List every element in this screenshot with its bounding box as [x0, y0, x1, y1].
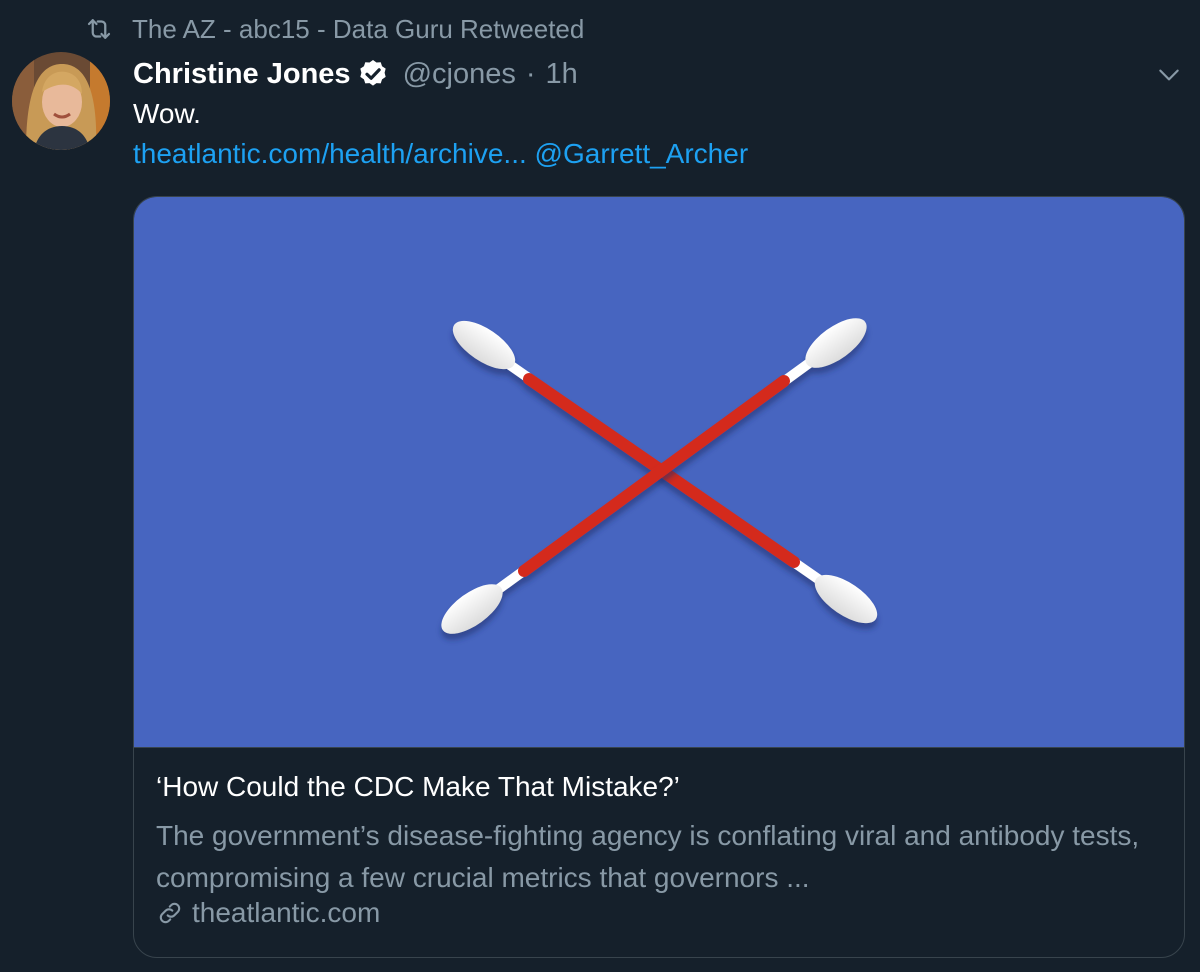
retweet-context[interactable]: The AZ - abc15 - Data Guru Retweeted — [84, 12, 584, 46]
card-divider — [134, 747, 1184, 748]
avatar[interactable] — [12, 52, 110, 150]
crossed-swabs-illustration — [441, 318, 878, 634]
author-name[interactable]: Christine Jones — [133, 58, 351, 91]
mention-link[interactable]: @Garrett_Archer — [535, 138, 749, 169]
author-handle[interactable]: @cjones — [403, 58, 516, 91]
tweet-links: theatlantic.com/health/archive... @Garre… — [133, 138, 748, 170]
card-image — [134, 197, 1184, 747]
chevron-down-icon[interactable] — [1154, 62, 1184, 88]
profile-photo — [12, 52, 110, 150]
article-link[interactable]: theatlantic.com/health/archive... — [133, 138, 527, 169]
link-icon — [159, 902, 181, 924]
tweet-time[interactable]: 1h — [546, 58, 578, 91]
link-preview-card[interactable]: ‘How Could the CDC Make That Mistake?’ T… — [133, 196, 1185, 958]
verified-badge-icon — [359, 60, 386, 86]
card-title: ‘How Could the CDC Make That Mistake?’ — [156, 771, 680, 802]
separator-dot: · — [525, 57, 536, 90]
tweet-text: Wow. — [133, 98, 201, 129]
retweet-icon — [87, 19, 111, 39]
card-domain: theatlantic.com — [156, 897, 380, 929]
tweet-header: Christine Jones @cjones · 1h — [133, 54, 578, 94]
card-domain-text: theatlantic.com — [192, 897, 381, 928]
retweet-label: The AZ - abc15 - Data Guru Retweeted — [132, 13, 585, 44]
card-description: The government’s disease-fighting agency… — [156, 820, 1140, 893]
